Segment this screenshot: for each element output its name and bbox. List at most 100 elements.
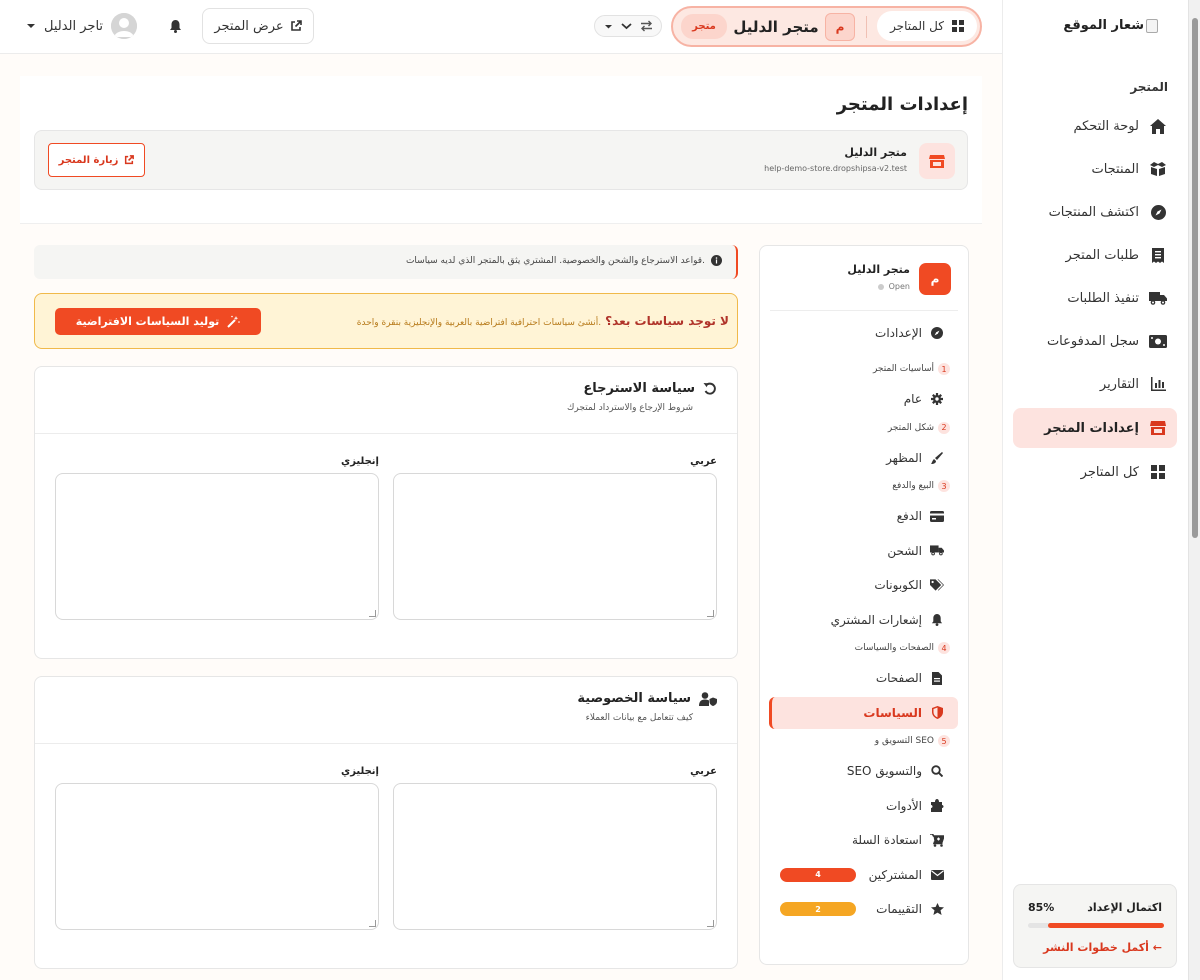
menu-item-label: SEO والتسويق — [846, 764, 922, 778]
menu-item-label: الأدوات — [886, 798, 922, 813]
store-initial-avatar: م — [919, 263, 951, 295]
menu-item-cart[interactable]: استعادة السلة — [769, 824, 958, 856]
menu-item-label: إشعارات المشتري — [830, 612, 922, 627]
external-link-icon — [124, 155, 135, 165]
cart-icon — [930, 833, 944, 847]
policy-title: سياسة الخصوصية — [577, 691, 691, 706]
caret-down-icon — [604, 22, 613, 31]
menu-item-label: الشحن — [887, 543, 922, 558]
menu-item-label: المظهر — [886, 450, 922, 465]
gear-icon — [930, 392, 944, 406]
notifications-button[interactable] — [165, 16, 185, 36]
card-icon — [930, 509, 944, 523]
divider — [770, 310, 958, 311]
policy-subtitle: شروط الإرجاع والاسترداد لمتجرك — [567, 403, 693, 413]
view-store-label: عرض المتجر — [214, 18, 284, 34]
menu-item-shield[interactable]: السياسات — [769, 696, 958, 729]
menu-step-header: 3 البيع والدفع — [769, 480, 950, 492]
sidebar-item-5[interactable]: سجل المدفوعات — [1013, 321, 1177, 361]
settings-header: إعدادات المتجر متجر الدليل help-demo-sto… — [20, 76, 982, 224]
menu-item-brush[interactable]: المظهر — [769, 442, 958, 474]
sidebar-item-label: طلبات المتجر — [1065, 247, 1139, 263]
shield-icon — [930, 706, 944, 720]
menu-item-label: عام — [903, 392, 922, 406]
truck-icon — [930, 544, 944, 558]
envelope-icon — [930, 868, 944, 882]
status-dot — [877, 283, 884, 290]
menu-item-envelope[interactable]: المشتركين 4 — [769, 859, 958, 891]
menu-item-label: الصفحات — [875, 671, 922, 685]
all-stores-button[interactable]: كل المتاجر — [877, 11, 977, 41]
menu-item-search[interactable]: SEO والتسويق — [769, 755, 958, 787]
box-icon — [1149, 160, 1167, 178]
chart-icon — [1149, 375, 1167, 393]
compass-icon — [930, 326, 944, 340]
search-icon — [930, 764, 944, 778]
store-domain: help-demo-store.dropshipsa-v2.test — [764, 164, 907, 173]
store-info-bar: متجر الدليل help-demo-store.dropshipsa-v… — [34, 130, 968, 190]
store-icon — [1149, 419, 1167, 437]
sidebar-item-0[interactable]: لوحة التحكم — [1013, 106, 1177, 146]
sidebar-item-7[interactable]: إعدادات المتجر — [1013, 408, 1177, 448]
step-number: 4 — [938, 642, 950, 654]
menu-store-name: متجر الدليل — [847, 263, 910, 276]
sidebar-item-1[interactable]: المنتجات — [1013, 149, 1177, 189]
menu-item-star[interactable]: التقييمات 2 — [769, 893, 958, 925]
store-icon — [919, 143, 955, 179]
menu-step-header: 1 أساسيات المتجر — [769, 363, 950, 375]
sidebar-item-2[interactable]: اكتشف المنتجات — [1013, 192, 1177, 232]
menu-item-label: المشتركين — [868, 867, 922, 882]
policy-card: سياسة الاسترجاع شروط الإرجاع والاسترداد … — [34, 366, 738, 659]
visit-store-label: زيارة المتجر — [58, 154, 119, 166]
step-number: 2 — [938, 421, 950, 434]
menu-item-card[interactable]: الدفع — [769, 500, 958, 532]
top-bar: تاجر الدليل عرض المتجر متجر متجر الدليل … — [0, 0, 1002, 54]
star-icon — [930, 902, 944, 916]
home-icon — [1149, 117, 1167, 135]
user-menu[interactable]: تاجر الدليل — [26, 12, 146, 40]
grid-icon — [951, 20, 964, 32]
policy-card: سياسة الخصوصية كيف تتعامل مع بيانات العم… — [34, 676, 738, 969]
store-switcher-toggle[interactable] — [594, 15, 662, 37]
menu-step-header: 5 التسويق و SEO — [769, 735, 950, 747]
setup-progress-title: اكتمال الإعداد — [1087, 901, 1162, 914]
arabic-policy-textarea[interactable] — [393, 783, 717, 930]
menu-item-tags[interactable]: الكوبونات — [769, 569, 958, 601]
view-store-button[interactable]: عرض المتجر — [202, 8, 314, 44]
file-icon — [930, 671, 944, 685]
generate-default-policies-button[interactable]: توليد السياسات الافتراضية — [55, 308, 261, 335]
site-logo[interactable]: شعار الموقع — [1063, 18, 1158, 33]
step-number: 3 — [938, 480, 950, 492]
info-icon — [711, 255, 722, 266]
receipt-icon — [1149, 246, 1167, 264]
page-scrollbar[interactable] — [1188, 0, 1200, 980]
english-label: إنجليزي — [341, 766, 379, 777]
avatar — [111, 13, 138, 39]
sidebar-item-label: إعدادات المتجر — [1044, 420, 1139, 436]
chevron-down-icon — [26, 21, 36, 31]
menu-item-file[interactable]: الصفحات — [769, 662, 958, 694]
sidebar-item-4[interactable]: تنفيذ الطلبات — [1013, 278, 1177, 318]
arabic-policy-textarea[interactable] — [393, 473, 717, 620]
money-icon — [1149, 332, 1167, 350]
divider — [35, 743, 737, 744]
arabic-label: عربي — [690, 766, 717, 777]
count-badge: 4 — [780, 867, 856, 882]
sidebar-item-6[interactable]: التقارير — [1013, 364, 1177, 404]
step-title: البيع والدفع — [892, 481, 934, 491]
sidebar-item-3[interactable]: طلبات المتجر — [1013, 235, 1177, 275]
menu-item-truck[interactable]: الشحن — [769, 535, 958, 567]
english-label: إنجليزي — [341, 456, 379, 467]
menu-item-settings[interactable]: الإعدادات — [769, 317, 958, 349]
complete-publish-steps-link[interactable]: أكمل خطوات النشر ← — [1043, 941, 1162, 954]
visit-store-button[interactable]: زيارة المتجر — [48, 143, 145, 177]
english-policy-textarea[interactable] — [55, 473, 379, 620]
menu-item-bell[interactable]: إشعارات المشتري — [769, 604, 958, 636]
sidebar-item-8[interactable]: كل المتاجر — [1013, 452, 1177, 492]
scrollbar-thumb[interactable] — [1192, 18, 1198, 538]
menu-item-puzzle[interactable]: الأدوات — [769, 790, 958, 822]
menu-item-gear[interactable]: عام — [769, 383, 958, 415]
english-policy-textarea[interactable] — [55, 783, 379, 930]
sidebar-item-label: سجل المدفوعات — [1046, 333, 1139, 349]
store-name: متجر الدليل — [844, 146, 907, 159]
